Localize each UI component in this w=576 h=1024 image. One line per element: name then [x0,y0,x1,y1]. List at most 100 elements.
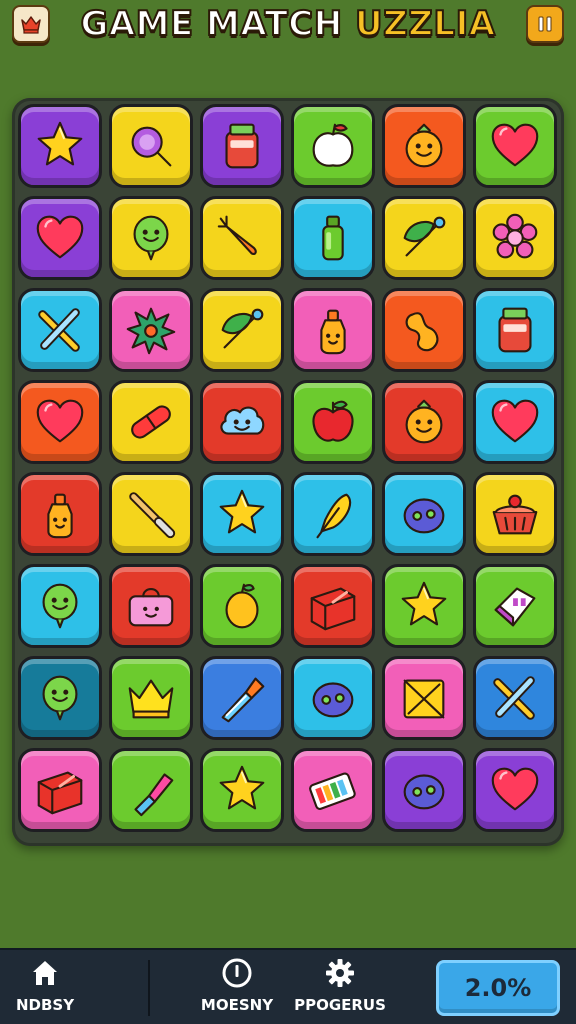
tile-balloon-face[interactable] [18,564,102,648]
home-icon [33,961,57,985]
heart-icon [491,399,539,443]
tile-leaf-brush[interactable] [200,288,284,372]
leaf-brush-icon [221,308,264,349]
bottom-nav-bar: NDBSY MOESNY PPOGERUS 2.0% [0,948,576,1024]
menu-button[interactable] [12,5,50,43]
tile-apple-slice[interactable] [291,104,375,188]
progress-text: 2.0% [464,974,532,1002]
tile-jar[interactable] [200,104,284,188]
jar-icon [498,307,532,353]
tile-bottle-face[interactable] [18,472,102,556]
tile-leaf-brush[interactable] [382,196,466,280]
tile-star[interactable] [200,472,284,556]
bottle-face-icon [47,493,73,539]
tile-heart[interactable] [18,196,102,280]
title-part-1: GAME MATCH [79,3,355,45]
progress-button[interactable]: 2.0% [436,960,560,1016]
blob-eyes-icon [403,498,445,534]
tile-note-box[interactable] [382,656,466,740]
game-board [12,98,564,846]
info-icon [222,958,252,988]
balloon-face-icon [133,215,169,261]
tile-box[interactable] [18,748,102,832]
tile-blob-eyes[interactable] [382,748,466,832]
heart-icon [36,399,84,443]
top-bar: GAME MATCH UZZLIA [0,0,576,48]
tile-apple[interactable] [291,380,375,464]
star-icon [401,581,447,626]
carrot-icon [217,215,257,255]
tile-heart[interactable] [473,748,557,832]
nav-item-settings[interactable]: PPOGERUS [292,956,388,1020]
heart-icon [491,767,539,811]
title-part-2: UZZLIA [354,3,496,45]
tile-jar[interactable] [473,288,557,372]
flower-icon [492,213,538,259]
note-box-icon [403,679,445,719]
bag-icon [128,588,174,627]
tile-feather[interactable] [291,472,375,556]
blob-eyes-icon [403,774,445,810]
tile-balloon-face[interactable] [109,196,193,280]
tile-capsule[interactable] [109,380,193,464]
tile-smiley-fruit[interactable] [382,380,466,464]
tile-blob-eyes[interactable] [382,472,466,556]
eraser-icon [494,587,536,627]
box-icon [37,771,83,815]
tile-heart[interactable] [18,380,102,464]
crown-icon [21,16,41,34]
tile-cloud-face[interactable] [200,380,284,464]
tile-eraser[interactable] [473,564,557,648]
tile-bottle-face[interactable] [291,288,375,372]
pause-icon [538,16,552,32]
blob-eyes-icon [312,682,354,718]
nav-item-info[interactable]: MOESNY [198,956,276,1020]
leaf-brush-icon [403,216,446,257]
star-icon [219,765,265,810]
bottle-face-icon [320,309,346,355]
tile-crossed-sticks[interactable] [18,288,102,372]
bottle-icon [322,215,344,261]
tile-lemon[interactable] [200,564,284,648]
splat-icon [126,307,176,355]
tile-paint-brush[interactable] [200,656,284,740]
tile-star[interactable] [18,104,102,188]
crossed-sticks-icon [38,308,80,352]
tile-lipstick[interactable] [109,748,193,832]
tile-smiley-fruit[interactable] [382,104,466,188]
tile-blob-eyes[interactable] [291,656,375,740]
star-icon [37,121,83,166]
crown-icon [128,679,174,719]
tile-crossed-sticks[interactable] [473,656,557,740]
nav-item-home[interactable]: NDBSY [16,956,74,1020]
tile-peanut[interactable] [382,288,466,372]
tile-crown[interactable] [109,656,193,740]
nav-label-settings: PPOGERUS [294,996,386,1014]
tile-brush[interactable] [109,472,193,556]
balloon-face-icon [42,583,78,629]
tile-heart[interactable] [473,104,557,188]
tile-heart[interactable] [473,380,557,464]
tile-cake[interactable] [473,472,557,556]
tile-star[interactable] [200,748,284,832]
pause-button[interactable] [525,5,564,43]
tile-star[interactable] [382,564,466,648]
apple-icon [312,400,354,442]
box-icon [310,587,356,631]
tile-carrot[interactable] [200,196,284,280]
crossed-sticks-icon [493,676,535,720]
nav-label-info: MOESNY [200,996,274,1014]
magnifier-icon [131,126,172,167]
tile-flower[interactable] [473,196,557,280]
jar-icon [225,123,259,169]
tile-bag[interactable] [109,564,193,648]
feather-icon [316,493,352,539]
game-title: GAME MATCH UZZLIA [79,3,496,45]
tile-splat[interactable] [109,288,193,372]
tile-balloon-face[interactable] [18,656,102,740]
tile-box[interactable] [291,564,375,648]
tile-bottle[interactable] [291,196,375,280]
heart-icon [491,123,539,167]
tile-magnifier[interactable] [109,104,193,188]
tile-battery[interactable] [291,748,375,832]
